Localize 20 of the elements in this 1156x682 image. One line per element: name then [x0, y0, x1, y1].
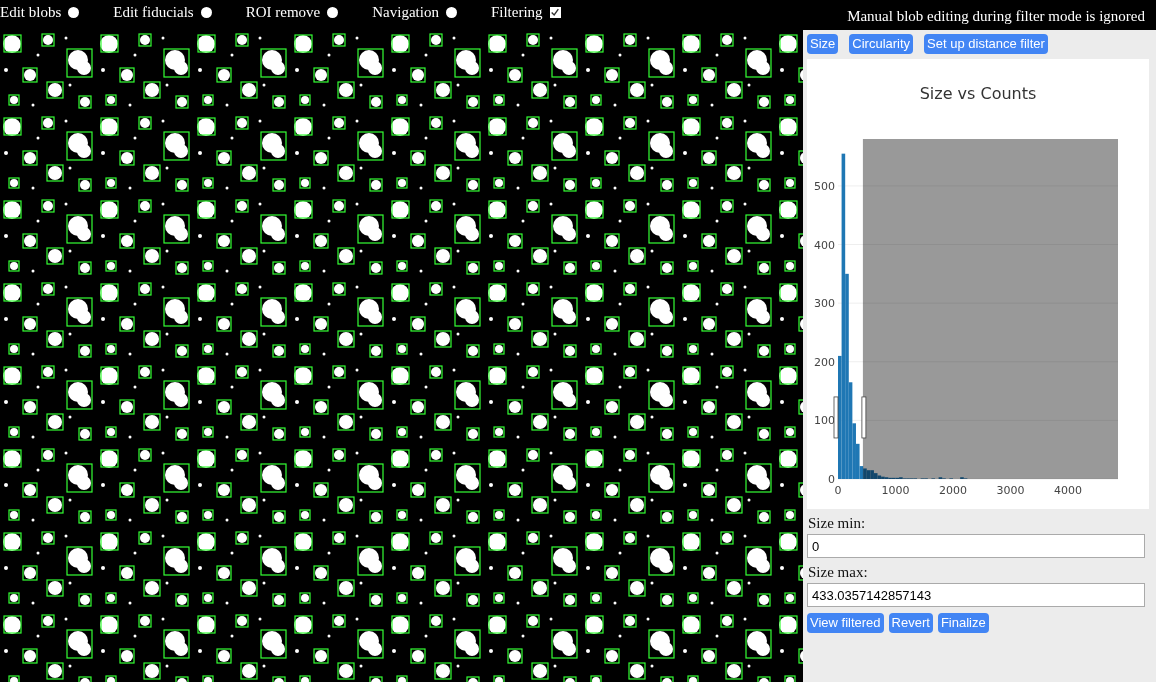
y-tick-label: 0 [828, 473, 835, 486]
mode-label: ROI remove [245, 3, 321, 21]
x-tick-label: 4000 [1054, 484, 1082, 497]
x-tick-label: 1000 [881, 484, 910, 497]
y-tick-label: 100 [814, 414, 835, 428]
mode-label: Navigation [372, 3, 439, 21]
mode-label: Filtering [490, 3, 543, 21]
y-tick-label: 300 [814, 297, 835, 311]
mode-label: Edit fiducials [113, 3, 194, 21]
field-label: Size min: [808, 515, 867, 532]
mode-label: Edit blobs [0, 3, 62, 21]
y-tick-label: 200 [814, 355, 835, 369]
x-tick-label: 3000 [996, 484, 1025, 497]
x-tick-label: 0 [834, 484, 842, 497]
chart-title: Size vs Counts [919, 84, 1037, 103]
x-tick-label: 2000 [939, 484, 967, 497]
y-tick-label: 400 [814, 238, 835, 252]
field-label: Size max: [808, 564, 869, 581]
notice-text: Manual blob editing during filter mode is ignored [847, 7, 1145, 25]
y-tick-label: 500 [814, 179, 835, 193]
